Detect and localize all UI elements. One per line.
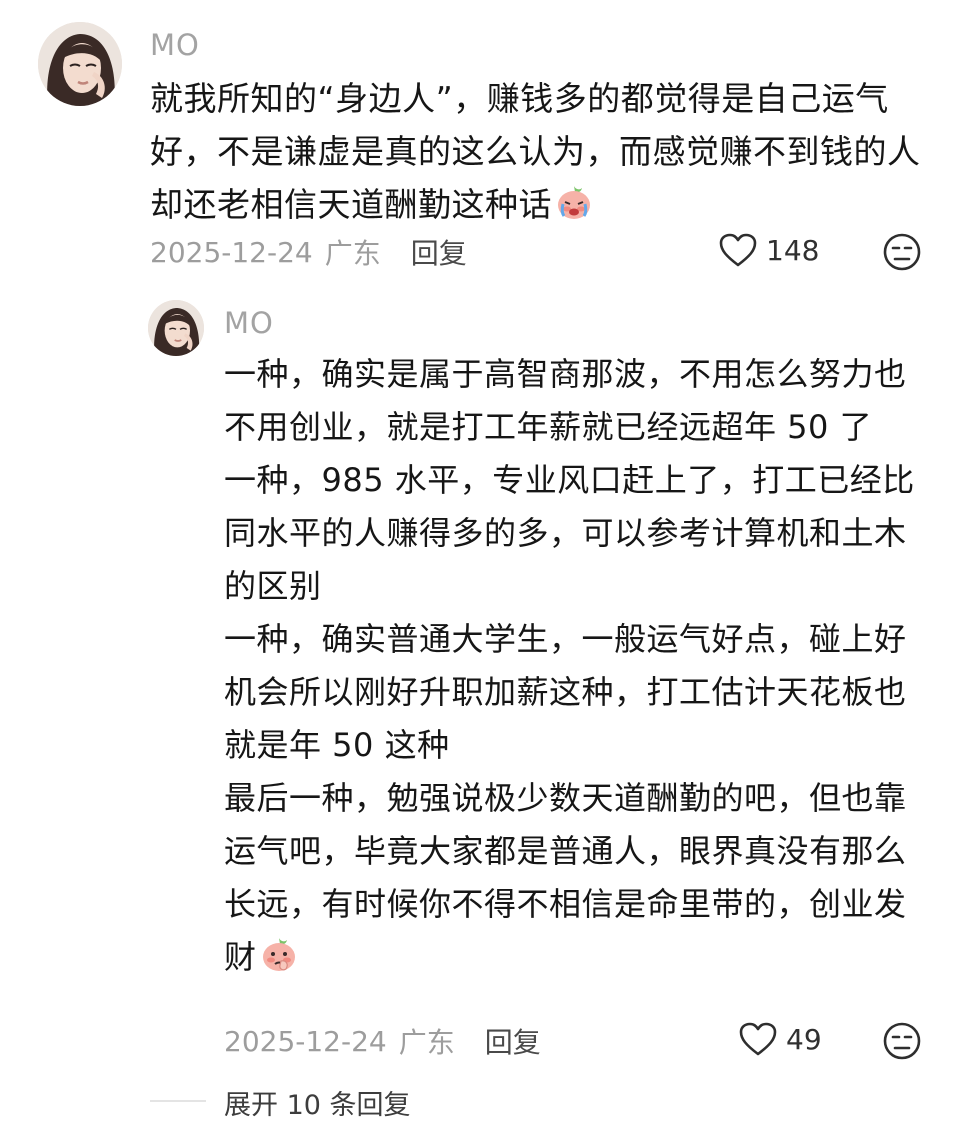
comment-line: 就我所知的“身边人”，赚钱多的都觉得是自己运气 <box>150 79 889 118</box>
avatar-portrait-icon <box>148 300 204 356</box>
reply-line: 的区别 <box>224 567 322 605</box>
comment-date: 2025-12-24 <box>150 235 313 269</box>
expand-replies-button[interactable]: 展开 10 条回复 <box>224 1083 411 1122</box>
reply-line: 同水平的人赚得多的多，可以参考计算机和土木 <box>224 514 907 552</box>
reply-button[interactable]: 回复 <box>411 232 467 272</box>
reply-line: 运气吧，毕竟大家都是普通人，眼界真没有那么 <box>224 832 907 870</box>
expand-divider <box>150 1100 206 1102</box>
comment-username[interactable]: MO <box>150 28 200 62</box>
unamused-face-icon <box>883 1022 921 1060</box>
reply-line-text: 财 <box>224 938 257 976</box>
heart-icon <box>719 233 757 267</box>
comment-line: 好，不是谦虚是真的这么认为，而感觉赚不到钱的人 <box>150 132 921 171</box>
reply-username[interactable]: MO <box>224 306 274 340</box>
reply-line: 财 <box>224 931 915 984</box>
reply-line: 长远，有时候你不得不相信是命里带的，创业发 <box>224 885 907 923</box>
reply-date: 2025-12-24 <box>224 1024 387 1058</box>
like-button[interactable]: 49 <box>738 1021 822 1057</box>
dislike-button[interactable] <box>882 232 922 276</box>
like-button[interactable]: 148 <box>718 232 819 268</box>
avatar[interactable] <box>148 300 204 356</box>
comment-location: 广东 <box>324 237 381 270</box>
comment-text: 就我所知的“身边人”，赚钱多的都觉得是自己运气 好，不是谦虚是真的这么认为，而感… <box>150 72 921 231</box>
reply-line: 一种，确实普通大学生，一般运气好点，碰上好 <box>224 620 907 658</box>
reply-line: 机会所以刚好升职加薪这种，打工估计天花板也 <box>224 673 907 711</box>
reply-line: 最后一种，勉强说极少数天道酬勤的吧，但也靠 <box>224 779 907 817</box>
reply-text: 一种，确实是属于高智商那波，不用怎么努力也 不用创业，就是打工年薪就已经远超年 … <box>224 348 915 984</box>
reply-location: 广东 <box>398 1026 455 1059</box>
comment-line-text: 却还老相信天道酬勤这种话 <box>150 185 552 224</box>
reply-line: 不用创业，就是打工年薪就已经远超年 50 了 <box>224 408 873 446</box>
avatar[interactable] <box>38 22 122 106</box>
thinking-peach-emoji-icon <box>262 938 295 971</box>
reply-button[interactable]: 回复 <box>485 1021 541 1061</box>
avatar-portrait-icon <box>38 22 122 106</box>
crying-peach-emoji-icon <box>558 186 590 219</box>
like-count: 49 <box>786 1022 822 1056</box>
reply-meta: 2025-12-24 广东 回复 <box>224 1021 541 1061</box>
reply-line: 一种，确实是属于高智商那波，不用怎么努力也 <box>224 355 907 393</box>
unamused-face-icon <box>883 233 921 271</box>
reply-line: 就是年 50 这种 <box>224 726 450 764</box>
reply-line: 一种，985 水平，专业风口赶上了，打工已经比 <box>224 461 915 499</box>
heart-icon <box>739 1022 777 1056</box>
dislike-button[interactable] <box>882 1021 922 1065</box>
comment-meta: 2025-12-24 广东 回复 <box>150 232 467 272</box>
like-count: 148 <box>766 233 820 267</box>
comment-line: 却还老相信天道酬勤这种话 <box>150 178 921 231</box>
